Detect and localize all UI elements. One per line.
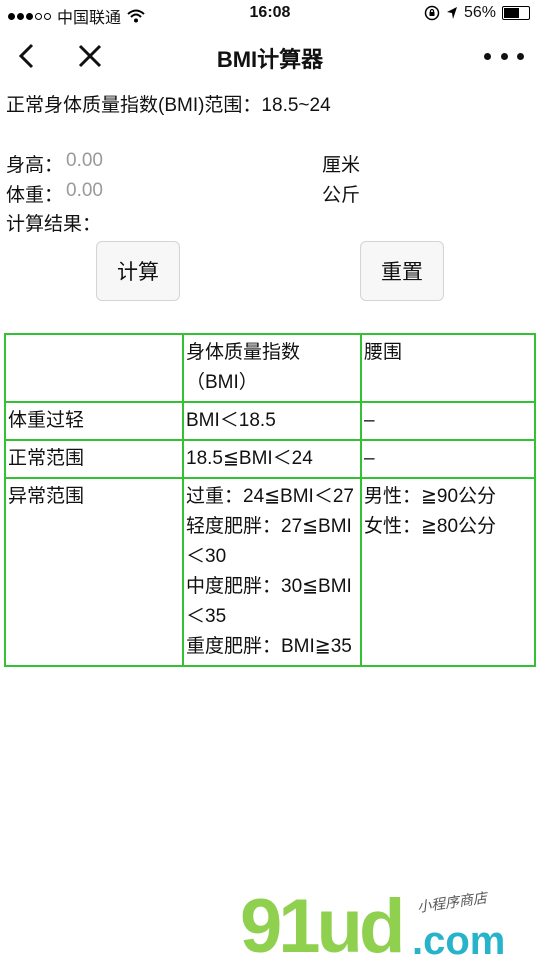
table-cell-category: 正常范围 <box>4 439 184 479</box>
table-cell-category: 体重过轻 <box>4 401 184 441</box>
table-cell-bmi: 过重：24≦BMI＜27 轻度肥胖：27≦BMI＜30 中度肥胖：30≦BMI＜… <box>182 477 362 667</box>
table-header-cell: 腰围 <box>360 333 536 403</box>
table-row: 正常范围 18.5≦BMI＜24 – <box>4 439 536 479</box>
calculate-button[interactable]: 计算 <box>96 241 180 301</box>
table-cell-waist: – <box>360 439 536 479</box>
location-arrow-icon <box>446 7 457 19</box>
table-header-cell <box>4 333 184 403</box>
table-cell-bmi: BMI＜18.5 <box>182 401 362 441</box>
nav-bar: BMI计算器 <box>0 28 540 84</box>
bmi-range-line: 轻度肥胖：27≦BMI＜30 <box>186 516 352 567</box>
result-label: 计算结果： <box>6 214 102 235</box>
weight-label: 体重： <box>6 185 64 206</box>
watermark-logo: 91ud .com 小程序商店 <box>240 890 505 960</box>
bmi-range-text: 正常身体质量指数(BMI)范围：18.5~24 <box>6 95 331 116</box>
bmi-table: 身体质量指数（BMI） 腰围 体重过轻 BMI＜18.5 – 正常范围 18.5… <box>4 333 536 667</box>
table-cell-waist: – <box>360 401 536 441</box>
status-bar: 中国联通 16:08 56% <box>0 0 540 28</box>
table-row: 异常范围 过重：24≦BMI＜27 轻度肥胖：27≦BMI＜30 中度肥胖：30… <box>4 477 536 667</box>
bmi-range-line: 过重：24≦BMI＜27 <box>186 486 354 507</box>
reset-button[interactable]: 重置 <box>360 241 444 301</box>
table-cell-waist: 男性：≧90公分 女性：≧80公分 <box>360 477 536 667</box>
watermark-logo-text: 91ud <box>240 890 401 960</box>
weight-unit: 公斤 <box>322 185 361 206</box>
table-cell-category: 异常范围 <box>4 477 184 667</box>
height-unit: 厘米 <box>322 155 361 176</box>
battery-percent: 56% <box>463 4 496 21</box>
table-header-row: 身体质量指数（BMI） 腰围 <box>4 333 536 403</box>
weight-input[interactable]: 0.00 <box>66 180 103 202</box>
lock-rotation-icon <box>424 5 440 21</box>
bmi-range-line: 中度肥胖：30≦BMI＜35 <box>186 576 352 627</box>
table-cell-bmi: 18.5≦BMI＜24 <box>182 439 362 479</box>
table-header-cell: 身体质量指数（BMI） <box>182 333 362 403</box>
more-dots-icon[interactable] <box>484 42 524 70</box>
waist-line: 女性：≧80公分 <box>364 516 497 537</box>
status-right: 56% <box>424 4 530 22</box>
bmi-range-line: 重度肥胖：BMI≧35 <box>186 636 352 657</box>
battery-icon <box>502 6 530 20</box>
height-input[interactable]: 0.00 <box>66 150 103 172</box>
table-row: 体重过轻 BMI＜18.5 – <box>4 401 536 441</box>
waist-line: 男性：≧90公分 <box>364 486 497 507</box>
height-label: 身高： <box>6 155 64 176</box>
page-title: BMI计算器 <box>216 47 324 72</box>
watermark-tagline: 小程序商店 <box>416 890 490 916</box>
watermark-domain: .com <box>412 919 505 960</box>
